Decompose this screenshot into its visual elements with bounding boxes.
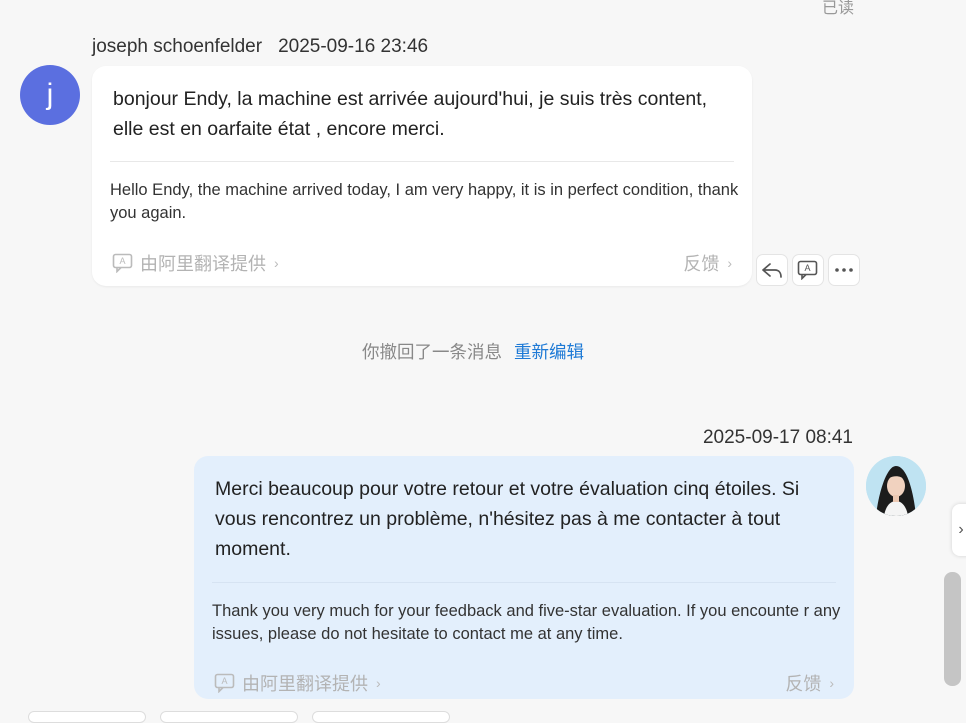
side-panel-toggle[interactable]: › [952,504,966,556]
quick-reply-chip[interactable] [312,711,450,723]
re-edit-link[interactable]: 重新编辑 [514,342,584,362]
incoming-meta: joseph schoenfelder 2025-09-16 23:46 [92,36,428,58]
my-avatar[interactable] [866,456,926,516]
incoming-translation-text: Hello Endy, the machine arrived today, I… [110,181,739,222]
incoming-message-text: bonjour Endy, la machine est arrivée auj… [113,88,708,140]
reply-button[interactable] [756,254,788,286]
feedback-label: 反馈 [785,674,822,694]
scrollbar-thumb[interactable] [944,572,961,686]
read-status: 已读 [821,0,854,17]
svg-text:A: A [119,256,125,266]
chevron-right-icon: › [958,521,964,538]
translate-icon: A [214,673,235,693]
sender-name: joseph schoenfelder [92,36,263,57]
outgoing-message-bubble[interactable]: Merci beaucoup pour votre retour et votr… [194,456,854,699]
feedback-label: 反馈 [683,254,720,274]
translation-credit-link[interactable]: A 由阿里翻译提供 › [214,670,381,696]
incoming-message-bubble[interactable]: bonjour Endy, la machine est arrivée auj… [92,66,752,286]
more-button[interactable] [828,254,860,286]
svg-text:A: A [804,263,810,273]
translation-credit-label: 由阿里翻译提供 [242,674,368,694]
quick-reply-bar [0,699,966,714]
chevron-right-icon: › [274,255,279,271]
outgoing-translation-footer: A 由阿里翻译提供 › 反馈 › [214,671,834,695]
outgoing-message-text: Merci beaucoup pour votre retour et votr… [215,478,800,560]
recall-notice: 你撤回了一条消息 重新编辑 [0,339,946,364]
outgoing-timestamp: 2025-09-17 08:41 [702,427,853,448]
chevron-right-icon: › [727,255,732,271]
message-actions: A [756,254,860,286]
svg-text:A: A [221,676,227,686]
user-photo-icon [866,456,926,516]
chevron-right-icon: › [829,675,834,691]
translate-icon: A [797,260,818,280]
translation-credit-link[interactable]: A 由阿里翻译提供 › [112,250,279,276]
translate-button[interactable]: A [792,254,824,286]
sender-avatar[interactable]: j [20,65,80,125]
incoming-timestamp: 2025-09-16 23:46 [278,36,429,57]
translate-icon: A [112,253,133,273]
translation-divider [212,582,836,583]
quick-reply-chip[interactable] [28,711,146,723]
incoming-translation-footer: A 由阿里翻译提供 › 反馈 › [112,251,732,275]
feedback-link[interactable]: 反馈 › [683,250,732,276]
more-icon [835,268,853,272]
reply-icon [762,263,782,278]
outgoing-translation-text: Thank you very much for your feedback an… [212,602,841,643]
feedback-link[interactable]: 反馈 › [785,670,834,696]
chevron-right-icon: › [376,675,381,691]
recall-notice-text: 你撤回了一条消息 [362,342,502,362]
quick-reply-chip[interactable] [160,711,298,723]
translation-divider [110,161,734,162]
translation-credit-label: 由阿里翻译提供 [140,254,266,274]
